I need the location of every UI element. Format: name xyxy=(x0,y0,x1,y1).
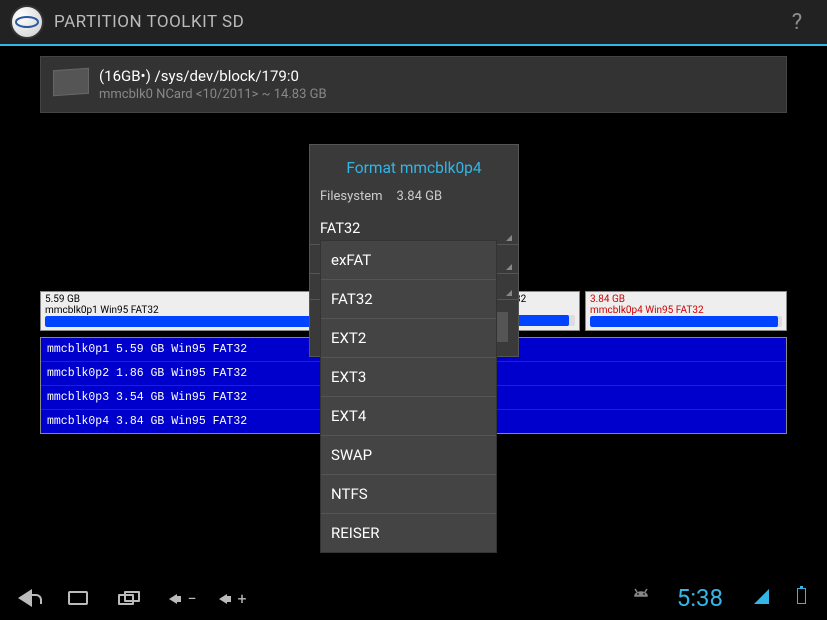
app-title: PARTITION TOOLKIT SD xyxy=(54,12,244,32)
tile-size: 32 xyxy=(515,294,575,305)
battery-icon xyxy=(797,588,806,608)
tile-bar xyxy=(590,316,782,327)
option-ext3[interactable]: EXT3 xyxy=(321,358,496,397)
help-icon[interactable]: ? xyxy=(777,10,817,35)
device-card[interactable]: (16GB•) /sys/dev/block/179:0 mmcblk0 NCa… xyxy=(40,56,787,113)
recent-apps-button[interactable] xyxy=(118,591,146,605)
wifi-icon xyxy=(754,589,769,608)
dialog-subrow: Filesystem 3.84 GB xyxy=(310,189,518,214)
option-ntfs[interactable]: NTFS xyxy=(321,475,496,514)
option-ext4[interactable]: EXT4 xyxy=(321,397,496,436)
filesystem-dropdown: exFAT FAT32 EXT2 EXT3 EXT4 SWAP NTFS REI… xyxy=(320,240,497,553)
tile-label: mmcblk0p4 Win95 FAT32 xyxy=(590,305,782,316)
volume-down-button[interactable]: − xyxy=(168,589,196,608)
volume-up-button[interactable]: + xyxy=(218,589,246,608)
sdcard-icon xyxy=(53,68,89,97)
option-swap[interactable]: SWAP xyxy=(321,436,496,475)
dialog-title: Format mmcblk0p4 xyxy=(310,145,518,189)
home-button[interactable] xyxy=(68,591,96,605)
device-info: mmcblk0 NCard <10/2011> ~ 14.83 GB xyxy=(99,87,327,102)
action-bar: PARTITION TOOLKIT SD ? xyxy=(0,0,827,46)
back-button[interactable] xyxy=(18,589,46,607)
tile-mmcblk0p4[interactable]: 3.84 GB mmcblk0p4 Win95 FAT32 xyxy=(585,291,787,331)
navigation-bar: − + 5:38 xyxy=(0,576,827,620)
device-texts: (16GB•) /sys/dev/block/179:0 mmcblk0 NCa… xyxy=(99,67,327,102)
device-path: (16GB•) /sys/dev/block/179:0 xyxy=(99,67,327,85)
filesystem-label: Filesystem xyxy=(320,189,383,204)
option-fat32[interactable]: FAT32 xyxy=(321,280,496,319)
tile-bar xyxy=(515,315,575,326)
option-exfat[interactable]: exFAT xyxy=(321,241,496,280)
partition-size: 3.84 GB xyxy=(397,189,443,204)
option-reiser[interactable]: REISER xyxy=(321,514,496,552)
app-logo-icon xyxy=(10,5,44,39)
option-ext2[interactable]: EXT2 xyxy=(321,319,496,358)
clock[interactable]: 5:38 xyxy=(677,584,723,612)
tile-size: 3.84 GB xyxy=(590,294,782,305)
tile-mid[interactable]: 32 xyxy=(510,291,580,331)
android-icon xyxy=(631,588,651,609)
